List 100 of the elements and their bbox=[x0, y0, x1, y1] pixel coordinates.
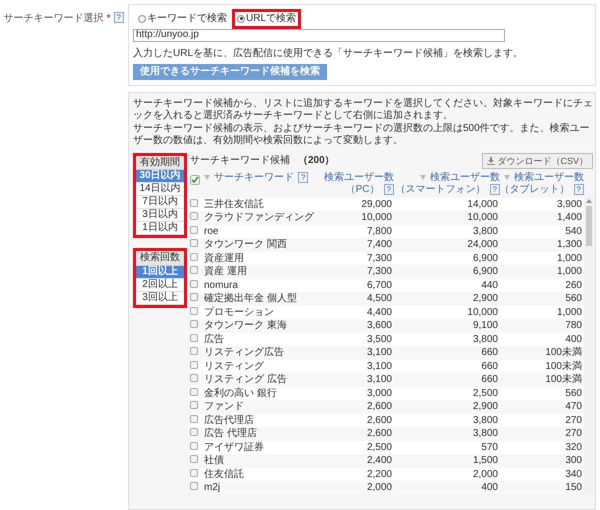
url-field[interactable]: http://unyoo.jp bbox=[133, 28, 505, 42]
table-cell-text: 570 bbox=[480, 440, 499, 454]
column-header[interactable]: （タブレット） bbox=[500, 184, 570, 196]
table-cell-text: 270 bbox=[564, 414, 583, 428]
help-icon[interactable]: ? bbox=[574, 184, 584, 196]
row-checkbox[interactable] bbox=[190, 280, 198, 288]
table-cell-text: 540 bbox=[564, 224, 583, 238]
keyword-cell-text: 三井住友信託 bbox=[204, 198, 265, 212]
row-checkbox[interactable] bbox=[190, 212, 198, 220]
keyword-cell-text: タウンワーク 関西 bbox=[204, 238, 288, 252]
table-cell-text: 29,000 bbox=[360, 198, 393, 212]
filter-option[interactable]: 3回以上 bbox=[136, 292, 184, 304]
scrollbar[interactable] bbox=[584, 198, 593, 495]
keyword-cell-text: リスティング 広告 bbox=[204, 373, 288, 387]
table-cell-text: 7,400 bbox=[366, 238, 393, 252]
row-checkbox[interactable] bbox=[190, 414, 198, 423]
row-checkbox[interactable] bbox=[190, 252, 198, 261]
row-checkbox[interactable] bbox=[190, 401, 198, 410]
filter-option[interactable]: 1日以内 bbox=[136, 222, 184, 235]
row-checkbox[interactable] bbox=[190, 388, 198, 396]
select-all-checkbox[interactable] bbox=[190, 175, 200, 185]
row-checkbox[interactable] bbox=[190, 226, 198, 234]
row-checkbox[interactable] bbox=[190, 482, 198, 490]
row-checkbox[interactable] bbox=[190, 266, 198, 274]
table-cell-text: 300 bbox=[564, 454, 583, 468]
table-cell-text: 4,500 bbox=[366, 292, 393, 306]
table-cell-text: 660 bbox=[480, 373, 499, 387]
table-cell-text: 2,500 bbox=[472, 386, 499, 400]
column-header[interactable]: （PC） bbox=[346, 184, 380, 196]
column-header[interactable]: （スマートフォン） bbox=[396, 184, 486, 196]
table-cell-text: 340 bbox=[564, 468, 583, 482]
filter-option[interactable]: 14日以内 bbox=[136, 183, 184, 196]
filter-option[interactable]: 1回以上 bbox=[136, 266, 184, 278]
row-checkbox[interactable] bbox=[190, 320, 198, 328]
filter-option[interactable]: 3日以内 bbox=[136, 209, 184, 222]
filter-option[interactable]: 30日以内 bbox=[136, 170, 184, 183]
table-cell-text: 150 bbox=[564, 481, 583, 495]
table-cell-text: 3,100 bbox=[366, 373, 393, 387]
sort-icon[interactable] bbox=[504, 175, 510, 180]
help-icon[interactable]: ? bbox=[114, 12, 124, 23]
table-cell-text: 6,700 bbox=[366, 278, 393, 292]
help-icon[interactable]: ? bbox=[490, 184, 500, 196]
table-cell-text: 2,400 bbox=[366, 454, 393, 468]
row-checkbox[interactable] bbox=[190, 306, 198, 315]
row-checkbox[interactable] bbox=[190, 347, 198, 356]
row-checkbox[interactable] bbox=[190, 293, 198, 302]
column-header[interactable]: 検索ユーザー数 bbox=[514, 172, 584, 184]
filter-option[interactable]: 2回以上 bbox=[136, 278, 184, 292]
field-label: サーチキーワード選択 bbox=[4, 12, 104, 26]
help-icon[interactable]: ? bbox=[384, 184, 394, 196]
table-cell-text: 400 bbox=[564, 332, 583, 346]
table-cell-text: 6,900 bbox=[472, 265, 499, 279]
keyword-cell-text: リスティング広告 bbox=[204, 346, 285, 360]
column-header[interactable]: 検索ユーザー数 bbox=[324, 172, 394, 184]
table-cell-text: 9,100 bbox=[472, 319, 499, 333]
table-cell-text: 10,000 bbox=[360, 211, 393, 225]
row-checkbox[interactable] bbox=[190, 198, 198, 207]
table-cell-text: 3,600 bbox=[366, 319, 393, 333]
table-cell-text: 3,000 bbox=[366, 386, 393, 400]
row-checkbox[interactable] bbox=[190, 468, 198, 477]
filter-title: 有効期間 bbox=[136, 156, 184, 170]
table-cell-text: 1,500 bbox=[472, 454, 499, 468]
table-cell-text: 3,900 bbox=[556, 198, 583, 212]
sort-icon[interactable] bbox=[420, 175, 426, 180]
column-header[interactable]: サーチキーワード bbox=[214, 172, 294, 184]
row-checkbox[interactable] bbox=[190, 442, 198, 450]
table-cell-text: 2,200 bbox=[366, 468, 393, 482]
table-cell-text: 14,000 bbox=[466, 198, 499, 212]
search-button[interactable]: 使用できるサーチキーワード候補を検索 bbox=[133, 64, 327, 80]
table-cell-text: 24,000 bbox=[466, 238, 499, 252]
table-cell-text: 1,000 bbox=[556, 265, 583, 279]
row-checkbox[interactable] bbox=[190, 239, 198, 248]
help-icon[interactable]: ? bbox=[298, 172, 308, 184]
table-cell-text: 270 bbox=[564, 427, 583, 441]
search-mode-radio[interactable]: キーワードで検索 bbox=[133, 9, 232, 28]
row-checkbox[interactable] bbox=[190, 360, 198, 369]
table-cell-text: 470 bbox=[564, 400, 583, 414]
row-checkbox[interactable] bbox=[190, 428, 198, 436]
table-cell-text: 2,600 bbox=[366, 414, 393, 428]
table-cell-text: 3,100 bbox=[366, 360, 393, 374]
table-cell-text: 100未満 bbox=[544, 360, 583, 374]
column-header[interactable]: 検索ユーザー数 bbox=[430, 172, 500, 184]
table-cell-text: 7,800 bbox=[366, 224, 393, 238]
table-cell-text: 2,600 bbox=[366, 427, 393, 441]
row-checkbox[interactable] bbox=[190, 374, 198, 382]
table-cell-text: 3,100 bbox=[366, 346, 393, 360]
table-cell-text: 2,900 bbox=[472, 400, 499, 414]
table-cell-text: 560 bbox=[564, 386, 583, 400]
table-cell-text: 3,500 bbox=[366, 332, 393, 346]
keyword-cell-text: roe bbox=[204, 224, 220, 238]
row-checkbox[interactable] bbox=[190, 455, 198, 464]
table-cell-text: 400 bbox=[480, 481, 499, 495]
table-cell-text: 1,000 bbox=[556, 252, 583, 266]
keyword-cell-text: 広告 代理店 bbox=[204, 427, 258, 441]
sort-icon[interactable] bbox=[204, 175, 210, 180]
filter-option[interactable]: 7日以内 bbox=[136, 196, 184, 209]
download-button[interactable]: ダウンロード（CSV） bbox=[482, 152, 593, 169]
keyword-cell-text: プロモーション bbox=[204, 306, 275, 320]
row-checkbox[interactable] bbox=[190, 334, 198, 342]
table-cell-text: 3,800 bbox=[472, 332, 499, 346]
